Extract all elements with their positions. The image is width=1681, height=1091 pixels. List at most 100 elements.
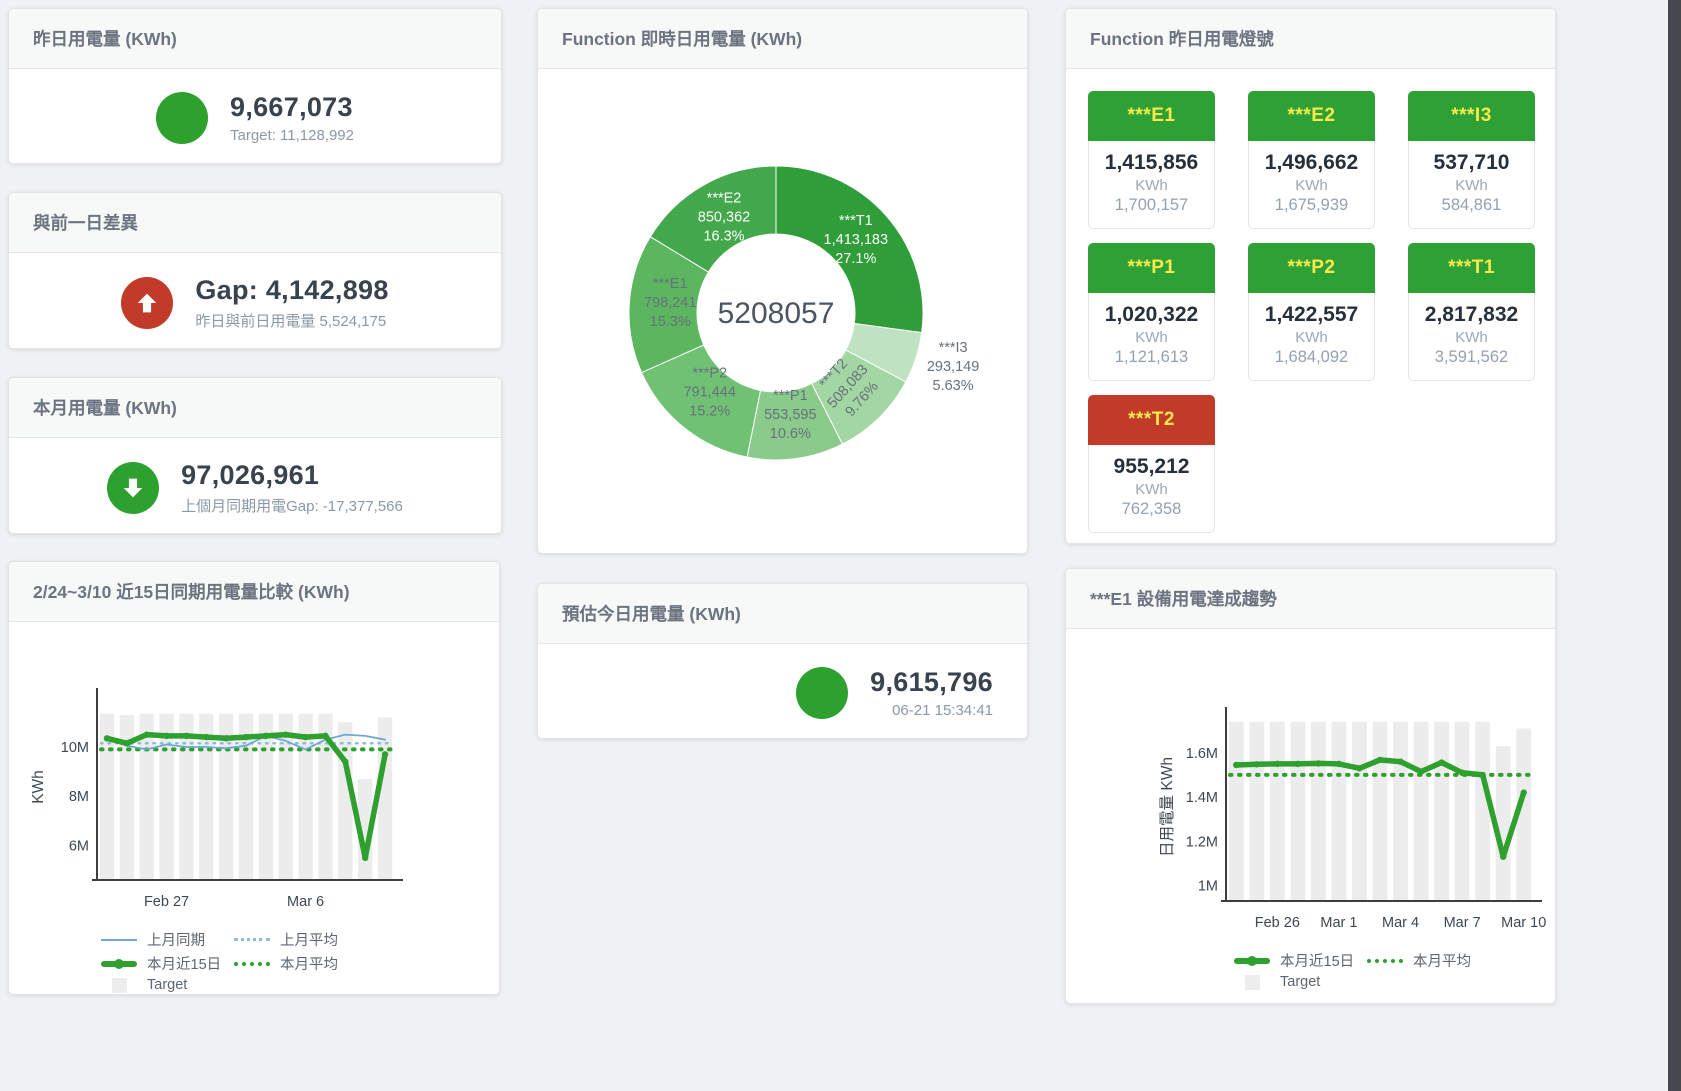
light-tile[interactable]: ***E1 1,415,856 KWh 1,700,157 [1088, 91, 1215, 229]
x-tick-label: Feb 27 [144, 894, 189, 910]
tile-label: ***E1 [1128, 105, 1176, 127]
data-point [263, 733, 269, 739]
green-status-circle-icon [796, 667, 848, 719]
x-tick-label: Mar 1 [1320, 915, 1357, 931]
x-tick-label: Mar 10 [1501, 915, 1546, 931]
target-bar [1455, 722, 1470, 901]
target-bar [378, 717, 392, 880]
data-point [1315, 760, 1321, 766]
light-tile[interactable]: ***P2 1,422,557KWh1,684,092 [1248, 243, 1375, 381]
data-point [183, 733, 189, 739]
data-point [223, 735, 229, 741]
legend-label: 本月平均 [1413, 950, 1471, 971]
tile-body: 1,496,662KWh1,675,939 [1248, 141, 1375, 229]
panel-lights: Function 昨日用電燈號 ***E1 1,415,856 KWh 1,700,1… [1065, 8, 1556, 544]
data-point [243, 734, 249, 740]
light-tile[interactable]: ***I3537,710KWh584,861 [1408, 91, 1535, 229]
data-point [1438, 759, 1444, 765]
panel-header: 與前一日差異 [9, 193, 501, 253]
data-point [1479, 772, 1485, 778]
tile-value: 2,817,832 [1413, 303, 1530, 327]
y-axis-label: KWh [30, 770, 47, 804]
compare-svg: 6M8M10MFeb 27Mar 6KWh [9, 680, 489, 924]
e1_trend-svg: 1M1.2M1.4M1.6MFeb 26Mar 1Mar 4Mar 7Mar 1… [1066, 701, 1546, 945]
target-bar [1393, 722, 1408, 901]
tile-unit: KWh [1093, 329, 1210, 346]
legend-item[interactable]: Target [101, 977, 234, 993]
panel-title: ***E1 設備用電達成趨勢 [1090, 589, 1277, 609]
data-point [382, 751, 388, 757]
data-point [1336, 761, 1342, 767]
legend-swatch-square-icon [112, 978, 127, 993]
x-tick-label: Feb 26 [1255, 915, 1300, 931]
target-bar [1475, 722, 1490, 901]
target-bar [1249, 722, 1264, 901]
tile-target-value: 3,591,562 [1413, 348, 1530, 367]
light-tile[interactable]: ***P11,020,322KWh1,121,613 [1088, 243, 1215, 381]
panel-title: Function 即時日用電量 (KWh) [562, 29, 802, 49]
target-bar [1290, 722, 1305, 901]
panel-header: Function 即時日用電量 (KWh) [538, 9, 1027, 69]
light-tiles-grid: ***E1 1,415,856 KWh 1,700,157 ***E21,496,662… [1066, 69, 1555, 544]
tile-body: 1,422,557KWh1,684,092 [1248, 293, 1375, 381]
legend-item[interactable]: 上月平均 [234, 929, 367, 950]
stat-body: Gap: 4,142,898 昨日與前日用電量 5,524,175 [9, 253, 501, 349]
data-point [322, 733, 328, 739]
legend-item[interactable]: 本月平均 [234, 953, 367, 974]
tile-unit: KWh [1093, 177, 1210, 194]
panel-realtime-donut: Function 即時日用電量 (KWh) ***T11,413,18327.1… [537, 8, 1028, 554]
stat-body: 9,615,796 06-21 15:34:41 [538, 644, 1027, 739]
tile-status-header: ***E2 [1248, 91, 1375, 141]
legend-item[interactable]: Target [1234, 974, 1367, 990]
data-point [1254, 761, 1260, 767]
data-point [203, 734, 209, 740]
tile-unit: KWh [1093, 481, 1210, 498]
legend-item[interactable]: 上月同期 [101, 929, 234, 950]
tile-unit: KWh [1413, 329, 1530, 346]
panel-header: 2/24~3/10 近15日同期用電量比較 (KWh) [9, 562, 499, 622]
data-point [1459, 770, 1465, 776]
tile-label: ***I3 [1451, 105, 1492, 127]
legend-item[interactable]: 本月近15日 [1234, 950, 1367, 971]
green-status-circle-icon [156, 92, 208, 144]
tile-body: 1,415,856 KWh 1,700,157 [1088, 141, 1215, 229]
donut-center-total: 5208057 [717, 297, 834, 330]
light-tile[interactable]: ***T12,817,832KWh3,591,562 [1408, 243, 1535, 381]
data-point [1521, 789, 1527, 795]
legend-label: 本月近15日 [147, 953, 221, 974]
panel-day-gap: 與前一日差異 Gap: 4,142,898 昨日與前日用電量 5,524,175 [8, 192, 502, 349]
panel-yesterday-usage: 昨日用電量 (KWh) 9,667,073 Target: 11,128,992 [8, 8, 502, 164]
legend-label: Target [1280, 974, 1320, 990]
panel-title: 與前一日差異 [33, 213, 138, 233]
tile-value: 1,415,856 [1093, 151, 1210, 175]
panel-today-estimate: 預估今日用電量 (KWh) 9,615,796 06-21 15:34:41 [537, 583, 1028, 739]
legend-item[interactable]: 本月近15日 [101, 953, 234, 974]
stat-subtext: 06-21 15:34:41 [870, 702, 993, 719]
stat-subtext: 昨日與前日用電量 5,524,175 [195, 310, 388, 331]
data-point [163, 733, 169, 739]
legend-item[interactable]: 本月平均 [1367, 950, 1500, 971]
tile-body: 537,710KWh584,861 [1408, 141, 1535, 229]
data-point [1356, 765, 1362, 771]
panel-title: 本月用電量 (KWh) [33, 398, 177, 418]
target-bar [338, 722, 352, 880]
page-scrollbar[interactable] [1668, 0, 1681, 1091]
tile-target-value: 1,700,157 [1093, 196, 1210, 215]
legend-swatch-line-blue-icon [101, 939, 137, 941]
legend-swatch-dot-green-icon [234, 962, 270, 966]
tile-status-header: ***E1 [1088, 91, 1215, 141]
tile-unit: KWh [1413, 177, 1530, 194]
y-tick-label: 6M [69, 839, 89, 855]
y-tick-label: 1.4M [1186, 790, 1218, 806]
stat-value: 9,667,073 [230, 92, 354, 123]
panel-title: Function 昨日用電燈號 [1090, 29, 1274, 49]
data-point [283, 731, 289, 737]
light-tile[interactable]: ***T2955,212KWh762,358 [1088, 395, 1215, 533]
tile-label: ***P2 [1288, 257, 1336, 279]
tile-target-value: 762,358 [1093, 500, 1210, 519]
data-point [302, 734, 308, 740]
tile-status-header: ***P2 [1248, 243, 1375, 293]
light-tile[interactable]: ***E21,496,662KWh1,675,939 [1248, 91, 1375, 229]
tile-value: 537,710 [1413, 151, 1530, 175]
data-point [1377, 757, 1383, 763]
